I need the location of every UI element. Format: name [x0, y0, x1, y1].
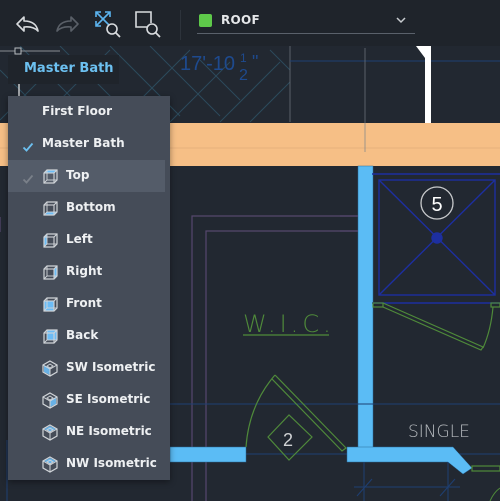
menu-item-label: SE Isometric — [66, 392, 151, 406]
layer-name: ROOF — [221, 13, 261, 27]
menu-item-ne-isometric[interactable]: NE Isometric — [8, 416, 170, 448]
menu-item-left[interactable]: Left — [8, 224, 170, 256]
layer-dropdown[interactable]: ROOF — [197, 8, 415, 34]
dimension-text: 17'-10 — [180, 53, 235, 75]
menu-item-master-bath[interactable]: Master Bath — [8, 128, 170, 160]
current-view-label[interactable]: Master Bath — [8, 55, 119, 84]
menu-item-right[interactable]: Right — [8, 256, 170, 288]
ne-isometric-icon — [41, 423, 59, 441]
toolbar-separator — [180, 10, 181, 40]
view-bottom-icon — [41, 199, 59, 217]
menu-item-label: NE Isometric — [66, 424, 152, 438]
menu-item-label: Right — [66, 264, 103, 278]
sw-isometric-icon — [41, 359, 59, 377]
menu-item-label: Front — [66, 296, 102, 310]
dimension-inch-mark: " — [252, 52, 258, 72]
menu-item-back[interactable]: Back — [8, 320, 170, 352]
zoom-window-button[interactable] — [133, 9, 163, 39]
wall — [357, 165, 374, 452]
section-marker — [416, 46, 431, 123]
fixture-tag: 5 — [431, 194, 442, 216]
menu-item-se-isometric[interactable]: SE Isometric — [8, 384, 170, 416]
nw-isometric-icon — [41, 455, 59, 473]
redo-button[interactable] — [52, 9, 82, 39]
undo-icon — [16, 16, 39, 32]
menu-item-label: Back — [66, 328, 99, 342]
view-back-icon — [41, 327, 59, 345]
view-front-icon — [41, 295, 59, 313]
door-2 — [245, 374, 347, 461]
chevron-down-icon — [396, 17, 406, 24]
menu-item-label: SW Isometric — [66, 360, 156, 374]
menu-item-label: First Floor — [42, 104, 113, 118]
dimension-fraction-numerator: 1 — [240, 51, 247, 65]
view-left-icon — [41, 231, 59, 249]
menu-item-front[interactable]: Front — [8, 288, 170, 320]
toolbar: ROOF — [0, 0, 500, 46]
menu-item-label: Bottom — [66, 200, 116, 214]
door-tag: 2 — [283, 430, 293, 450]
bed-label: SINGLE — [408, 422, 470, 442]
layer-color-swatch — [199, 14, 212, 27]
menu-item-label: Master Bath — [42, 136, 125, 150]
wall — [169, 446, 247, 463]
zoom-window-icon — [135, 11, 161, 38]
menu-item-nw-isometric[interactable]: NW Isometric — [8, 448, 170, 480]
dimension-line — [354, 462, 460, 501]
wall — [346, 446, 473, 475]
checkmark-icon — [22, 170, 34, 184]
redo-icon — [56, 16, 79, 32]
zoom-extents-button[interactable] — [93, 9, 123, 39]
menu-item-first-floor[interactable]: First Floor — [8, 96, 170, 128]
menu-item-top[interactable]: Top — [8, 160, 165, 192]
menu-item-sw-isometric[interactable]: SW Isometric — [8, 352, 170, 384]
se-isometric-icon — [41, 391, 59, 409]
zoom-extents-icon — [95, 11, 121, 38]
menu-item-label: NW Isometric — [66, 456, 157, 470]
view-right-icon — [41, 263, 59, 281]
menu-item-label: Left — [66, 232, 93, 246]
undo-button[interactable] — [13, 9, 43, 39]
dimension-fraction-denominator: 2 — [239, 67, 248, 84]
checkmark-icon — [22, 138, 34, 152]
menu-item-bottom[interactable]: Bottom — [8, 192, 170, 224]
view-menu: First Floor Master Bath Top Bottom Left R… — [8, 96, 170, 480]
menu-item-label: Top — [66, 168, 90, 182]
door-swing — [372, 302, 500, 351]
room-label: W.I.C. — [243, 310, 335, 338]
view-top-icon — [41, 167, 59, 185]
